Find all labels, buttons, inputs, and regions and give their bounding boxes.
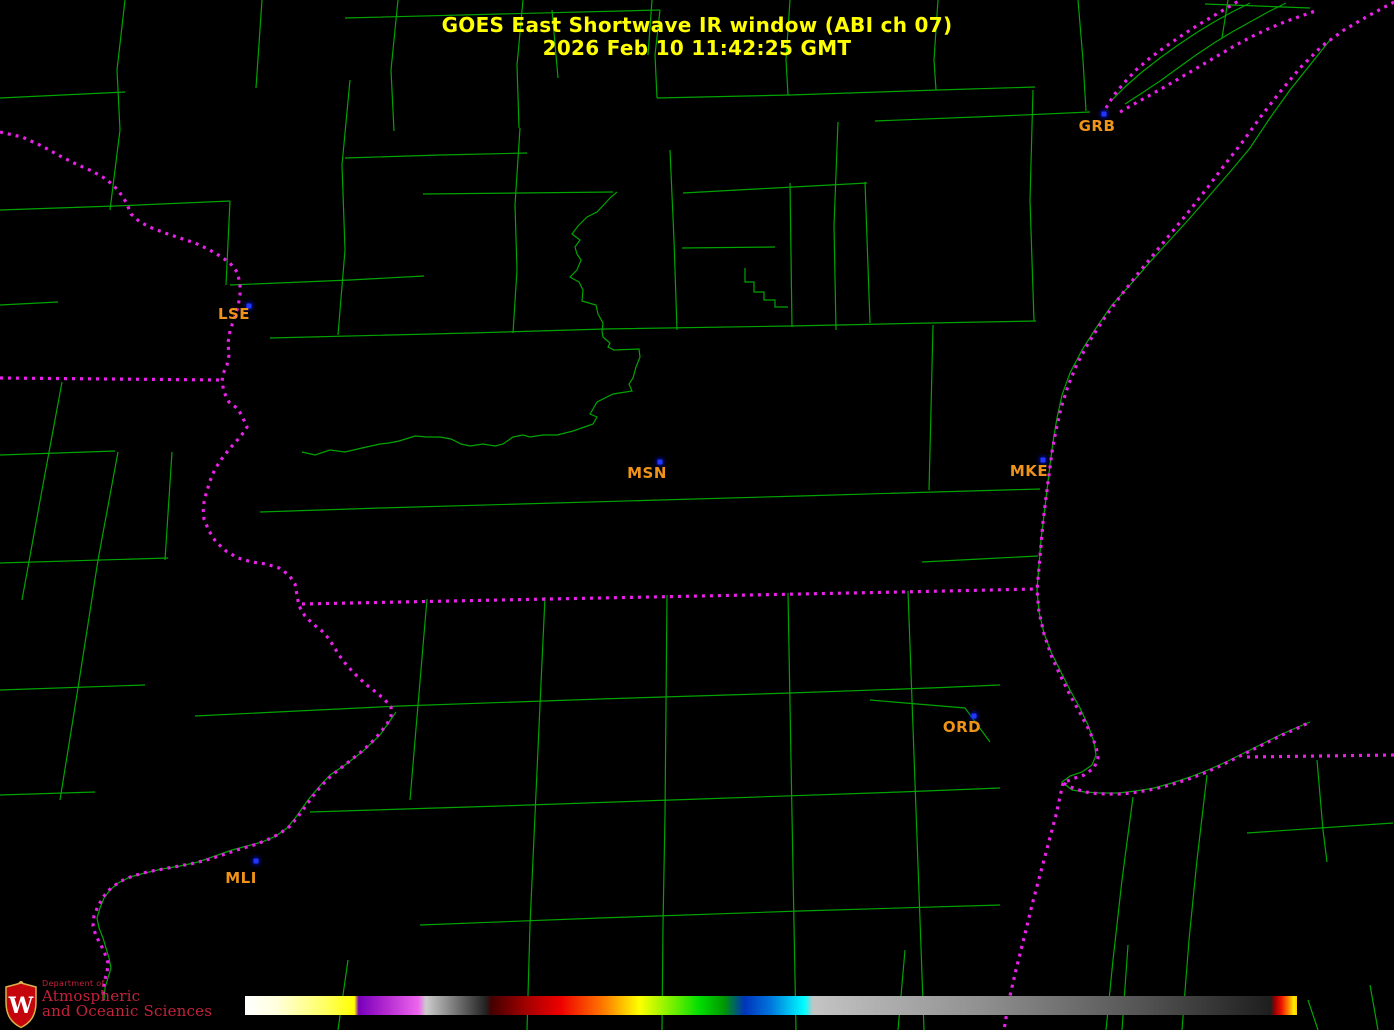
county-boundary-line — [1030, 90, 1034, 321]
county-boundary-line — [513, 128, 520, 333]
county-boundary-line — [0, 685, 145, 690]
county-boundary-line — [345, 153, 527, 158]
satellite-image-viewport: GOES East Shortwave IR window (ABI ch 07… — [0, 0, 1394, 1030]
station-dot-GRB — [1102, 112, 1107, 117]
county-boundary-line — [1308, 1000, 1318, 1030]
county-boundary-line — [682, 247, 775, 248]
county-boundary-line — [310, 788, 1000, 812]
state-border-dotted-line — [1004, 783, 1063, 1030]
county-boundary-line — [302, 192, 640, 455]
county-boundary-line — [0, 792, 95, 795]
county-boundary-line — [0, 451, 115, 455]
county-boundary-line — [260, 489, 1040, 512]
county-boundary-line — [338, 80, 350, 335]
image-title: GOES East Shortwave IR window (ABI ch 07… — [0, 14, 1394, 60]
county-boundary-line — [1317, 760, 1327, 862]
county-boundary-line — [1122, 945, 1128, 1030]
county-boundary-line — [1182, 775, 1207, 1030]
county-boundary-line — [1247, 823, 1393, 833]
image-title-line2: 2026 Feb 10 11:42:25 GMT — [0, 37, 1394, 60]
county-boundary-line — [670, 150, 677, 330]
county-boundary-line — [0, 201, 230, 210]
county-boundary-line — [657, 87, 1035, 98]
county-boundary-line — [790, 183, 792, 327]
map-boundaries-layer — [0, 0, 1394, 1030]
county-boundary-line — [922, 556, 1038, 562]
state-border-dotted-line — [302, 589, 1035, 604]
county-boundary-line — [226, 201, 230, 285]
county-boundary-line — [908, 591, 924, 1030]
uw-crest-icon: W — [4, 980, 38, 1029]
county-boundary-line — [230, 276, 424, 285]
county-boundary-line — [0, 558, 168, 563]
station-label-ORD: ORD — [943, 718, 981, 736]
station-label-MSN: MSN — [627, 464, 667, 482]
svg-text:W: W — [8, 993, 34, 1019]
county-boundary-line — [683, 183, 867, 193]
county-boundary-line — [929, 325, 933, 490]
county-boundary-line — [0, 92, 125, 98]
county-boundary-line — [338, 960, 348, 1030]
state-border-dotted-line — [0, 378, 222, 380]
station-label-MLI: MLI — [225, 869, 257, 887]
county-boundary-line — [527, 597, 545, 1030]
temperature-colorbar — [245, 996, 1297, 1015]
county-boundary-line — [745, 268, 788, 307]
station-label-GRB: GRB — [1079, 117, 1116, 135]
county-boundary-line — [1037, 40, 1330, 793]
image-title-line1: GOES East Shortwave IR window (ABI ch 07… — [0, 14, 1394, 37]
state-border-dotted-line — [1247, 755, 1394, 757]
county-boundary-line — [875, 112, 1090, 121]
county-boundary-line — [1205, 4, 1310, 8]
logo-name-line2: and Oceanic Sciences — [42, 1004, 212, 1019]
station-dot-MLI — [254, 859, 259, 864]
county-boundary-line — [788, 593, 796, 1030]
county-boundary-line — [898, 950, 905, 1030]
county-boundary-line — [97, 712, 396, 1000]
station-label-MKE: MKE — [1010, 462, 1048, 480]
county-boundary-line — [420, 905, 1000, 925]
county-boundary-line — [865, 182, 870, 323]
county-boundary-line — [834, 122, 838, 330]
county-boundary-line — [165, 452, 172, 560]
logo-text: Department of Atmospheric and Oceanic Sc… — [42, 980, 212, 1019]
county-boundary-line — [60, 452, 118, 800]
county-boundary-line — [0, 302, 58, 305]
county-boundary-line — [410, 599, 427, 800]
station-label-LSE: LSE — [218, 305, 250, 323]
county-boundary-line — [423, 192, 613, 194]
county-boundary-line — [1370, 985, 1378, 1030]
county-boundary-line — [662, 595, 667, 1030]
state-border-dotted-line — [0, 132, 391, 1000]
county-boundary-line — [270, 321, 1036, 338]
county-boundary-line — [22, 382, 62, 600]
uw-aos-logo: W Department of Atmospheric and Oceanic … — [4, 980, 212, 1029]
